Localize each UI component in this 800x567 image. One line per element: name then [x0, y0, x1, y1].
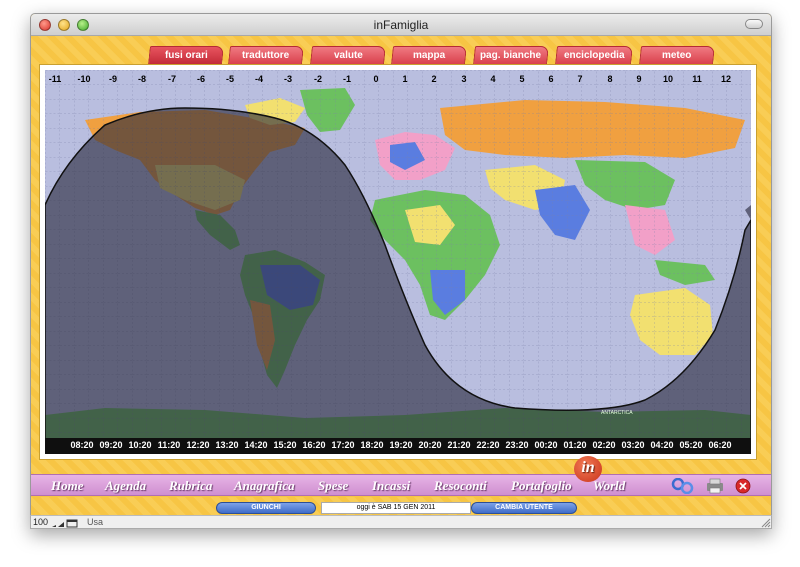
- world-map-graphic: [45, 70, 751, 454]
- time-label: 10:20: [128, 440, 152, 450]
- local-time-bar: 08:20 09:20 10:20 11:20 12:20 13:20 14:2…: [45, 438, 751, 454]
- timezone-label: -2: [313, 74, 322, 84]
- timezone-label: 9: [636, 74, 642, 84]
- time-label: 12:20: [186, 440, 210, 450]
- tab-mappa[interactable]: mappa: [391, 46, 467, 64]
- timezone-label: -7: [167, 74, 176, 84]
- timezone-label: 5: [519, 74, 525, 84]
- nav-rubrica[interactable]: Rubrica: [169, 478, 212, 494]
- zoom-level[interactable]: 100: [33, 517, 48, 527]
- main-nav-bar: Home Agenda Rubrica Anagrafica Spese Inc…: [31, 474, 771, 496]
- time-label: 21:20: [447, 440, 471, 450]
- time-label: 06:20: [708, 440, 732, 450]
- tab-valute[interactable]: valute: [310, 46, 386, 64]
- time-label: 11:20: [157, 440, 181, 450]
- nav-spese[interactable]: Spese: [318, 478, 348, 494]
- time-label: 13:20: [215, 440, 239, 450]
- tab-enciclopedia[interactable]: enciclopedia: [555, 46, 633, 64]
- nav-agenda[interactable]: Agenda: [105, 478, 146, 494]
- timezone-label: 0: [373, 74, 379, 84]
- timezone-label: 8: [607, 74, 613, 84]
- time-label: 02:20: [592, 440, 616, 450]
- resize-handle-icon[interactable]: [759, 516, 771, 528]
- nav-resoconti[interactable]: Resoconti: [434, 478, 487, 494]
- timezone-label: -11: [48, 74, 62, 84]
- time-label: 01:20: [563, 440, 587, 450]
- title-bar[interactable]: inFamiglia: [31, 14, 771, 36]
- timezone-label: -1: [342, 74, 351, 84]
- timezone-label: -8: [137, 74, 146, 84]
- time-label: 19:20: [389, 440, 413, 450]
- timezone-label: -5: [225, 74, 234, 84]
- today-date: oggi è SAB 15 GEN 2011: [321, 502, 471, 514]
- timezone-label: -3: [283, 74, 292, 84]
- nav-home[interactable]: Home: [51, 478, 84, 494]
- time-label: 08:20: [70, 440, 94, 450]
- timezone-label: 7: [577, 74, 583, 84]
- timezone-label: 1: [402, 74, 408, 84]
- nav-incassi[interactable]: Incassi: [372, 478, 410, 494]
- toolbar-toggle-button[interactable]: [745, 19, 763, 29]
- tab-meteo[interactable]: meteo: [639, 46, 715, 64]
- window-status-bar: 100 Usa: [30, 515, 772, 529]
- timezone-label: 2: [431, 74, 437, 84]
- time-label: 20:20: [418, 440, 442, 450]
- time-label: 00:20: [534, 440, 558, 450]
- tab-pag-bianche[interactable]: pag. bianche: [473, 46, 549, 64]
- world-timezone-map[interactable]: -11 -10 -9 -8 -7 -6 -5 -4 -3 -2 -1 0 1 2…: [45, 70, 751, 454]
- nav-portafoglio[interactable]: Portafoglio: [511, 478, 572, 494]
- time-label: 16:20: [302, 440, 326, 450]
- timezone-label: -6: [196, 74, 205, 84]
- timezone-label: 12: [720, 74, 731, 84]
- timezone-label: 6: [548, 74, 554, 84]
- antarctica-label: ANTARCTICA: [601, 410, 633, 416]
- browse-mode[interactable]: Usa: [87, 517, 103, 527]
- time-label: 23:20: [505, 440, 529, 450]
- timezone-label: -9: [108, 74, 117, 84]
- tab-fusi-orari[interactable]: fusi orari: [148, 46, 224, 64]
- map-frame: -11 -10 -9 -8 -7 -6 -5 -4 -3 -2 -1 0 1 2…: [39, 64, 757, 460]
- time-label: 05:20: [679, 440, 703, 450]
- nav-anagrafica[interactable]: Anagrafica: [234, 478, 295, 494]
- tab-traduttore[interactable]: traduttore: [228, 46, 304, 64]
- time-label: 18:20: [360, 440, 384, 450]
- printer-icon[interactable]: [705, 478, 725, 494]
- time-label: 09:20: [99, 440, 123, 450]
- time-label: 03:20: [621, 440, 645, 450]
- timezone-label: 11: [692, 74, 702, 84]
- time-label: 04:20: [650, 440, 674, 450]
- infamiglia-logo: in: [574, 456, 602, 482]
- current-user-button[interactable]: GIUNCHI: [216, 502, 316, 514]
- app-window: inFamiglia fusi orari traduttore valute …: [30, 13, 772, 529]
- timezone-label: -10: [77, 74, 91, 84]
- change-user-button[interactable]: CAMBIA UTENTE: [471, 502, 577, 514]
- time-label: 22:20: [476, 440, 500, 450]
- nav-world[interactable]: World: [593, 478, 625, 494]
- timezone-label: 4: [490, 74, 496, 84]
- time-label: 15:20: [273, 440, 297, 450]
- zoom-controls-icon[interactable]: [51, 518, 83, 528]
- timezone-label: -4: [254, 74, 263, 84]
- timezone-label: 10: [662, 74, 673, 84]
- exit-icon[interactable]: [733, 478, 753, 494]
- time-label: 14:20: [244, 440, 268, 450]
- window-title: inFamiglia: [373, 18, 429, 32]
- time-label: 17:20: [331, 440, 355, 450]
- timezone-label: 3: [461, 74, 467, 84]
- users-icon[interactable]: [671, 478, 695, 494]
